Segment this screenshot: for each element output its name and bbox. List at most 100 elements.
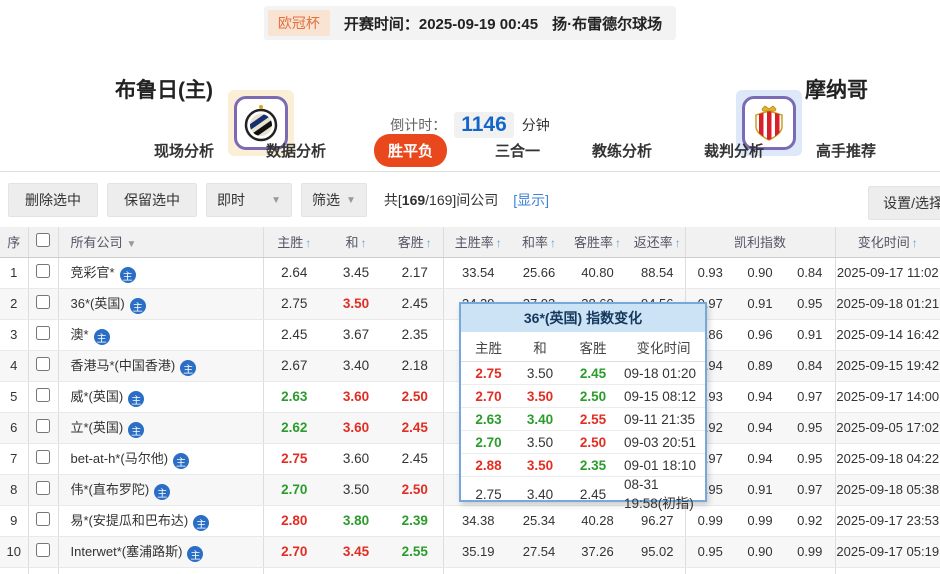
header-away-rate[interactable]: 客胜率 ↑ (565, 227, 630, 258)
row-checkbox[interactable] (36, 543, 50, 557)
row-checkbox[interactable] (36, 388, 50, 402)
home-marker-icon: 主 (119, 267, 136, 284)
popup-change-time: 09-01 18:10 (624, 457, 697, 473)
show-link[interactable]: [显示] (513, 190, 549, 210)
header-change-time[interactable]: 变化时间 ↑ (835, 227, 940, 258)
row-checkbox[interactable] (36, 450, 50, 464)
row-select (28, 474, 59, 506)
odds-mode-select[interactable]: 即时 ▼ (206, 183, 292, 217)
popup-away-odds: 2.55 (579, 411, 607, 427)
company-name[interactable]: 36*(英国) 主 (58, 288, 264, 320)
tab-2[interactable]: 胜平负 (373, 134, 447, 167)
tab-6[interactable]: 高手推荐 (812, 134, 880, 167)
sort-asc-icon: ↑ (911, 236, 918, 251)
header-seq: 序 (0, 227, 29, 258)
away-rate-cell: 40.80 (565, 257, 630, 289)
home-marker-icon: 主 (187, 546, 204, 563)
draw-odds-cell: 3.60 (325, 443, 387, 475)
tab-0[interactable]: 现场分析 (150, 134, 218, 167)
tab-3[interactable]: 三合一 (491, 134, 544, 167)
kelly-draw-cell: 0.90 (735, 536, 785, 568)
home-marker-icon: 主 (93, 329, 110, 346)
popup-header-draw: 和 (533, 340, 547, 356)
header-draw-odds[interactable]: 和 ↑ (325, 227, 387, 258)
company-name[interactable]: bet-at-h*(马尔他) 主 (58, 443, 264, 475)
delete-selected-button[interactable]: 删除选中 (8, 183, 98, 217)
company-name[interactable]: 威*(英国) 主 (58, 381, 264, 413)
filter-caret-icon: ▼ (126, 239, 137, 251)
draw-odds-cell: 3.60 (325, 412, 387, 444)
home-odds-cell: 2.70 (263, 536, 325, 568)
kelly-away-cell: 0.95 (785, 412, 836, 444)
tab-4[interactable]: 教练分析 (588, 134, 656, 167)
popup-home-odds: 2.75 (475, 365, 502, 381)
row-select (28, 505, 59, 537)
header-return-rate[interactable]: 返还率 ↑ (630, 227, 686, 258)
away-rate-cell: 40.28 (565, 505, 630, 537)
popup-draw-odds: 3.50 (526, 457, 554, 473)
popup-draw-odds: 3.50 (526, 365, 554, 381)
kelly-away-cell: 0.84 (785, 257, 836, 289)
company-name[interactable]: 竞彩官* 主 (58, 257, 264, 289)
header-home-rate[interactable]: 主胜率 ↑ (443, 227, 513, 258)
tab-1[interactable]: 数据分析 (262, 134, 330, 167)
popup-away-odds: 2.35 (579, 457, 607, 473)
draw-odds-cell: 3.60 (325, 381, 387, 413)
draw-odds-cell: 3.45 (325, 536, 387, 568)
kelly-away-cell: 0.99 (785, 536, 836, 568)
change-time-cell: 2025-09-18 04:22 (835, 443, 940, 475)
home-odds-cell: 2.63 (263, 381, 325, 413)
row-seq: 10 (0, 536, 29, 568)
change-time-cell: 2025-09-18 05:38 (835, 474, 940, 506)
company-name[interactable]: Interwet*(塞浦路斯) 主 (58, 536, 264, 568)
draw-rate-cell: 25.34 (513, 505, 565, 537)
home-odds-cell: 2.70 (263, 474, 325, 506)
away-team-name: 摩纳哥 (805, 79, 868, 102)
odds-comparison-page: 欧冠杯 开赛时间：2025-09-19 00:45 扬·布雷德尔球场 布鲁日(主… (0, 0, 940, 574)
change-time-cell (835, 567, 940, 574)
kelly-draw-cell: 0.94 (735, 412, 785, 444)
company-name[interactable]: 立*(英国) 主 (58, 412, 264, 444)
kelly-away-cell: 0.97 (785, 474, 836, 506)
row-checkbox[interactable] (36, 512, 50, 526)
company-name[interactable]: 香港马*(中国香港) 主 (58, 350, 264, 382)
draw-rate-cell: 27.54 (513, 536, 565, 568)
return-rate-cell: 88.54 (630, 257, 686, 289)
header-company[interactable]: 所有公司 ▼ (58, 227, 264, 258)
row-seq: 8 (0, 474, 29, 506)
sort-asc-icon: ↑ (550, 236, 556, 251)
company-name[interactable]: 澳* 主 (58, 319, 264, 351)
header-away-odds[interactable]: 客胜 ↑ (387, 227, 444, 258)
home-rate-cell: 33.54 (443, 257, 513, 289)
row-seq: 6 (0, 412, 29, 444)
filter-select[interactable]: 筛选 ▼ (301, 183, 367, 217)
header-home-odds[interactable]: 主胜 ↑ (263, 227, 325, 258)
row-checkbox[interactable] (36, 264, 50, 278)
company-name[interactable]: 伟*(直布罗陀) 主 (58, 474, 264, 506)
popup-row: 2.63 3.40 2.55 09-11 21:35 (461, 408, 705, 431)
row-checkbox[interactable] (36, 295, 50, 309)
kelly-away-cell: 0.95 (785, 288, 836, 320)
popup-draw-odds: 3.40 (526, 487, 554, 502)
popup-home-odds: 2.75 (475, 487, 502, 502)
company-name[interactable] (58, 567, 264, 574)
popup-change-time: 08-31 19:58(初指) (624, 477, 694, 511)
header-draw-rate[interactable]: 和率 ↑ (513, 227, 565, 258)
home-marker-icon: 主 (128, 391, 145, 408)
odds-mode-value: 即时 (217, 192, 245, 208)
company-name[interactable]: 易*(安提瓜和巴布达) 主 (58, 505, 264, 537)
kelly-home-cell: 0.95 (685, 536, 735, 568)
row-checkbox[interactable] (36, 357, 50, 371)
header-kelly: 凯利指数 (685, 227, 836, 258)
row-checkbox[interactable] (36, 419, 50, 433)
tab-5[interactable]: 裁判分析 (700, 134, 768, 167)
row-checkbox[interactable] (36, 326, 50, 340)
select-all-checkbox[interactable] (36, 233, 50, 248)
match-header: 布鲁日(主) 倒计时： 1146 分钟 摩纳哥 (0, 40, 940, 156)
popup-draw-odds: 3.40 (526, 411, 554, 427)
keep-selected-button[interactable]: 保留选中 (107, 183, 197, 217)
draw-odds-cell: 3.67 (325, 319, 387, 351)
settings-select-button[interactable]: 设置/选择 (868, 186, 940, 220)
row-checkbox[interactable] (36, 481, 50, 495)
home-marker-icon: 主 (128, 422, 145, 439)
